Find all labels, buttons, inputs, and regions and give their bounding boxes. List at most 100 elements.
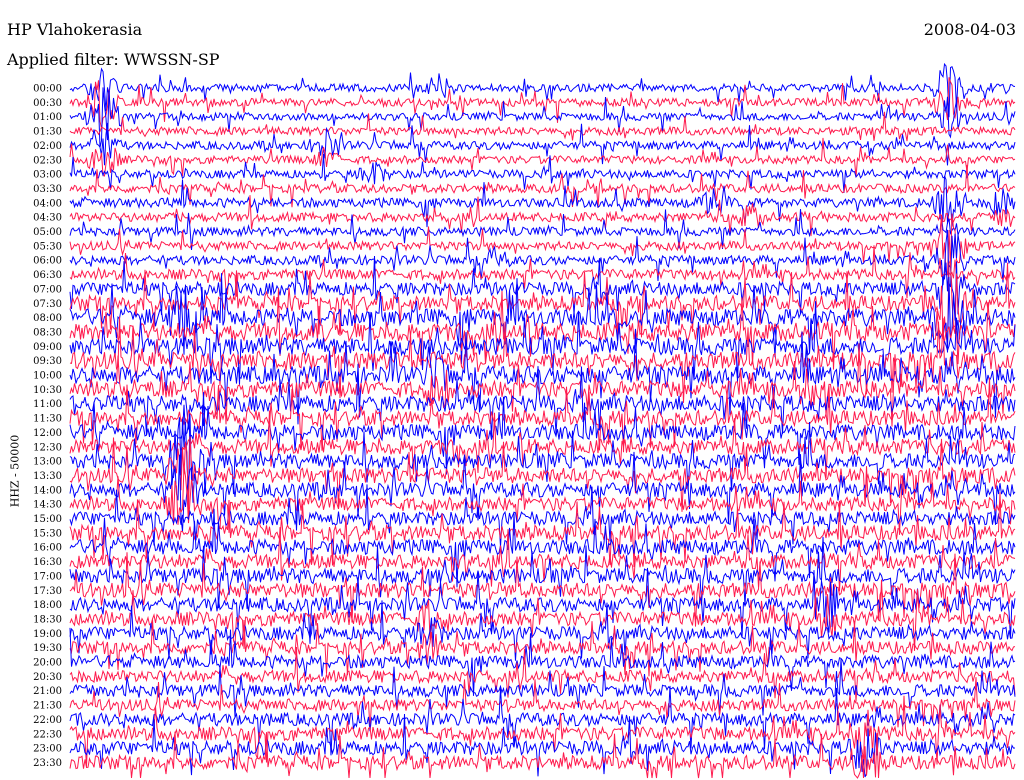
- row-time-label: 19:00: [33, 629, 62, 640]
- row-time-label: 17:00: [33, 571, 62, 582]
- trace-row: [69, 122, 1016, 166]
- row-time-label: 10:00: [33, 371, 62, 382]
- row-time-label: 15:00: [33, 514, 62, 525]
- row-time-label: 05:00: [33, 227, 62, 238]
- trace-row: [69, 527, 1016, 592]
- row-time-label: 14:00: [33, 485, 62, 496]
- row-time-label: 04:30: [33, 213, 62, 224]
- trace-row: [69, 343, 1016, 427]
- row-time-label: 16:30: [33, 557, 62, 568]
- trace-row: [69, 288, 1016, 370]
- trace-row: [69, 328, 1016, 425]
- trace-row: [69, 301, 1016, 385]
- row-time-label: 11:00: [33, 399, 62, 410]
- row-time-label: 08:30: [33, 327, 62, 338]
- row-time-label: 09:00: [33, 342, 62, 353]
- trace-row: [69, 567, 1016, 644]
- trace-row: [69, 484, 1016, 547]
- row-time-label: 07:30: [33, 299, 62, 310]
- trace-row: [69, 658, 1016, 717]
- trace-row: [69, 451, 1016, 532]
- trace-row: [69, 258, 1016, 344]
- row-time-label: 05:30: [33, 241, 62, 252]
- row-time-label: 21:30: [33, 701, 62, 712]
- row-time-label: 10:30: [33, 385, 62, 396]
- trace-row: [69, 492, 1016, 568]
- row-time-label: 00:00: [33, 84, 62, 95]
- trace-row: [69, 579, 1016, 651]
- row-time-label: 04:00: [33, 198, 62, 209]
- row-time-label: 13:30: [33, 471, 62, 482]
- trace-row: [69, 213, 1016, 276]
- date-label: 2008-04-03: [923, 20, 1016, 39]
- row-time-label: 18:30: [33, 614, 62, 625]
- trace-row: [69, 363, 1016, 437]
- trace-row: [69, 137, 1016, 178]
- row-time-label: 14:30: [33, 500, 62, 511]
- trace-row: [69, 255, 1016, 321]
- trace-row: [69, 195, 1016, 237]
- channel-label-text: HHZ - 50000: [8, 434, 22, 508]
- row-time-label: 12:30: [33, 442, 62, 453]
- trace-row: [69, 619, 1016, 677]
- helicorder-plot: 00:00 00:30 01:00 01:30 02:00 02:30 03:00 03:30…: [33, 62, 1016, 779]
- trace-row: [69, 62, 1016, 118]
- trace-row: [69, 153, 1016, 193]
- row-time-label: 06:30: [33, 270, 62, 281]
- row-time-label: 07:00: [33, 284, 62, 295]
- trace-row: [69, 536, 1016, 609]
- trace-row: [69, 600, 1016, 661]
- trace-row: [69, 273, 1016, 365]
- trace-row: [69, 165, 1016, 209]
- trace-row: [69, 695, 1016, 767]
- row-time-label: 13:00: [33, 457, 62, 468]
- trace-row: [69, 316, 1016, 403]
- trace-row: [69, 627, 1016, 696]
- row-time-label: 16:00: [33, 543, 62, 554]
- trace-row: [69, 466, 1016, 535]
- row-time-label: 22:30: [33, 729, 62, 740]
- row-time-label: 11:30: [33, 414, 62, 425]
- trace-row: [69, 175, 1016, 228]
- trace-row: [69, 77, 1016, 129]
- trace-row: [69, 646, 1016, 702]
- row-time-label: 02:00: [33, 141, 62, 152]
- row-time-label: 20:00: [33, 658, 62, 669]
- row-time-label: 18:00: [33, 600, 62, 611]
- row-time-label: 21:00: [33, 686, 62, 697]
- row-time-label: 01:30: [33, 127, 62, 138]
- station-title: HP Vlahokerasia: [7, 20, 143, 39]
- trace-row: [69, 731, 1016, 779]
- trace-row: [69, 111, 1016, 142]
- trace-row: [69, 713, 1016, 778]
- filter-label: Applied filter: WWSSN-SP: [7, 50, 220, 69]
- channel-label: HHZ - 50000: [8, 426, 22, 516]
- row-time-label: 06:00: [33, 256, 62, 267]
- trace-row: [69, 377, 1016, 453]
- trace-row: [69, 410, 1016, 479]
- trace-row: [69, 209, 1016, 251]
- row-time-label: 03:00: [33, 170, 62, 181]
- trace-row: [69, 552, 1016, 627]
- trace-row: [69, 392, 1016, 475]
- row-time-label: 03:30: [33, 184, 62, 195]
- row-time-label: 12:00: [33, 428, 62, 439]
- row-time-label: 22:00: [33, 715, 62, 726]
- row-time-label: 00:30: [33, 98, 62, 109]
- row-time-label: 23:30: [33, 758, 62, 769]
- trace-row: [69, 414, 1016, 495]
- trace-row: [69, 508, 1016, 588]
- trace-row: [69, 229, 1016, 288]
- row-time-label: 08:00: [33, 313, 62, 324]
- row-time-label: 09:30: [33, 356, 62, 367]
- row-time-label: 01:00: [33, 112, 62, 123]
- trace-row: [69, 87, 1016, 148]
- row-time-label: 19:30: [33, 643, 62, 654]
- trace-row: [69, 436, 1016, 515]
- trace-row: [69, 245, 1016, 299]
- trace-row: [69, 685, 1016, 756]
- row-time-label: 02:30: [33, 155, 62, 166]
- row-time-label: 20:30: [33, 672, 62, 683]
- row-time-label: 17:30: [33, 586, 62, 597]
- trace-row: [69, 677, 1016, 730]
